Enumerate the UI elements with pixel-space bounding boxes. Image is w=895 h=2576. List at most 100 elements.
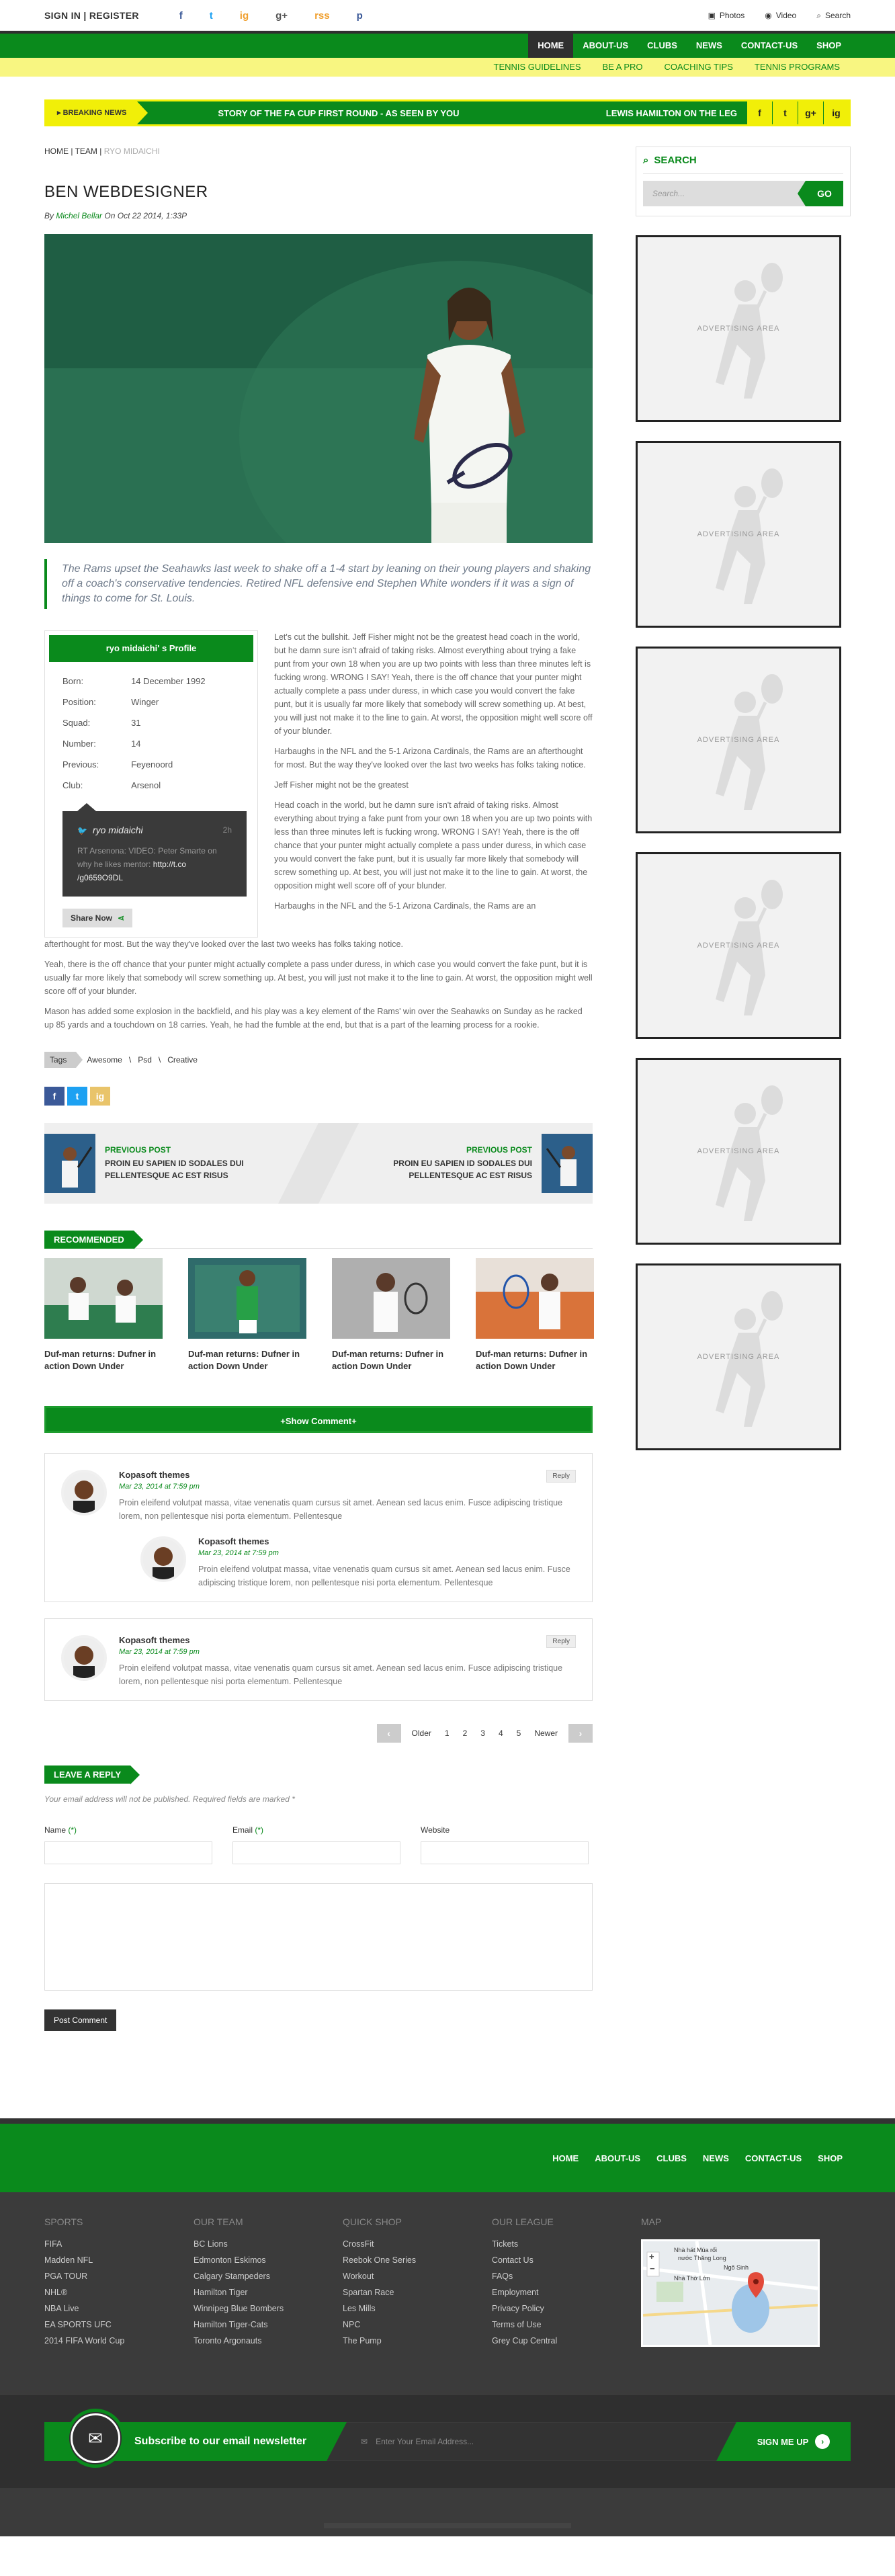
footer-link[interactable]: Edmonton Eskimos bbox=[194, 2255, 343, 2265]
facebook-icon[interactable]: f bbox=[747, 101, 772, 124]
nav-about[interactable]: ABOUT-US bbox=[573, 34, 638, 58]
next-post-link[interactable]: PREVIOUS POST PROIN EU SAPIEN ID SODALES… bbox=[318, 1134, 593, 1193]
recommended-item[interactable]: Duf-man returns: Dufner in action Down U… bbox=[44, 1258, 163, 1372]
footer-link[interactable]: Employment bbox=[492, 2288, 641, 2297]
footer-link[interactable]: FAQs bbox=[492, 2272, 641, 2281]
comment-textarea[interactable] bbox=[44, 1883, 593, 1991]
subnav-be-a-pro[interactable]: BE A PRO bbox=[592, 58, 654, 77]
nav-shop[interactable]: SHOP bbox=[807, 34, 851, 58]
share-now-button[interactable]: Share Now ⋖ bbox=[62, 909, 133, 927]
footer-link[interactable]: Contact Us bbox=[492, 2255, 641, 2265]
sign-me-up-button[interactable]: SIGN ME UP › bbox=[716, 2422, 851, 2461]
ad-banner[interactable]: ADVERTISING AREA bbox=[636, 1058, 841, 1245]
footer-link[interactable]: Grey Cup Central bbox=[492, 2336, 641, 2345]
pager-older[interactable]: Older bbox=[401, 1729, 438, 1738]
pinterest-icon[interactable]: p bbox=[357, 10, 363, 22]
footer-link[interactable]: NPC bbox=[343, 2320, 492, 2329]
footer-link[interactable]: Winnipeg Blue Bombers bbox=[194, 2304, 343, 2313]
footer-link[interactable]: Terms of Use bbox=[492, 2320, 641, 2329]
subnav-coaching-tips[interactable]: COACHING TIPS bbox=[654, 58, 744, 77]
search-link[interactable]: ⌕ Search bbox=[816, 11, 851, 21]
tag-link[interactable]: Awesome bbox=[87, 1055, 122, 1065]
footer-link[interactable]: Hamilton Tiger-Cats bbox=[194, 2320, 343, 2329]
search-input[interactable]: Search... bbox=[643, 181, 806, 206]
zoom-in-icon[interactable]: + bbox=[649, 2251, 654, 2261]
subnav-tennis-programs[interactable]: TENNIS PROGRAMS bbox=[744, 58, 851, 77]
footer-link[interactable]: BC Lions bbox=[194, 2239, 343, 2249]
footer-link[interactable]: Tickets bbox=[492, 2239, 641, 2249]
footer-link[interactable]: CrossFit bbox=[343, 2239, 492, 2249]
name-field[interactable] bbox=[44, 1841, 212, 1864]
pager-page[interactable]: 5 bbox=[510, 1729, 528, 1738]
googleplus-icon[interactable]: g+ bbox=[798, 101, 823, 124]
nav-clubs[interactable]: CLUBS bbox=[638, 34, 687, 58]
zoom-out-icon[interactable]: − bbox=[650, 2263, 655, 2274]
rss-icon[interactable]: rss bbox=[314, 10, 330, 22]
breaking-story-1[interactable]: STORY OF THE FA CUP FIRST ROUND - AS SEE… bbox=[218, 108, 459, 118]
footer-link[interactable]: Madden NFL bbox=[44, 2255, 194, 2265]
instagram-share-icon[interactable]: ig bbox=[90, 1087, 110, 1106]
tag-link[interactable]: Psd bbox=[138, 1055, 152, 1065]
ad-banner[interactable]: ADVERTISING AREA bbox=[636, 441, 841, 628]
search-go-button[interactable]: GO bbox=[798, 181, 843, 206]
author-link[interactable]: Michel Bellar bbox=[56, 211, 102, 220]
footer-link[interactable]: Privacy Policy bbox=[492, 2304, 641, 2313]
subnav-tennis-guidelines[interactable]: TENNIS GUIDELINES bbox=[483, 58, 592, 77]
ad-banner[interactable]: ADVERTISING AREA bbox=[636, 647, 841, 833]
footer-nav-about[interactable]: ABOUT-US bbox=[587, 2153, 648, 2163]
reply-button[interactable]: Reply bbox=[546, 1470, 576, 1483]
footer-nav-home[interactable]: HOME bbox=[544, 2153, 587, 2163]
nav-home[interactable]: HOME bbox=[528, 34, 574, 58]
footer-link[interactable]: Hamilton Tiger bbox=[194, 2288, 343, 2297]
footer-link[interactable]: 2014 FIFA World Cup bbox=[44, 2336, 194, 2345]
chevron-left-icon[interactable]: ‹ bbox=[376, 1724, 401, 1743]
footer-link[interactable]: Toronto Argonauts bbox=[194, 2336, 343, 2345]
footer-nav-news[interactable]: NEWS bbox=[695, 2153, 737, 2163]
photos-link[interactable]: ▣ Photos bbox=[708, 11, 745, 21]
footer-nav-shop[interactable]: SHOP bbox=[810, 2153, 851, 2163]
recommended-item[interactable]: Duf-man returns: Dufner in action Down U… bbox=[188, 1258, 306, 1372]
newsletter-email-input[interactable]: ✉ Enter Your Email Address... bbox=[327, 2422, 736, 2461]
googleplus-icon[interactable]: g+ bbox=[275, 10, 288, 22]
footer-link[interactable]: NBA Live bbox=[44, 2304, 194, 2313]
recommended-item[interactable]: Duf-man returns: Dufner in action Down U… bbox=[476, 1258, 594, 1372]
post-comment-button[interactable]: Post Comment bbox=[44, 2009, 117, 2031]
footer-link[interactable]: Reebok One Series bbox=[343, 2255, 492, 2265]
signin-register-link[interactable]: SIGN IN | REGISTER bbox=[44, 10, 139, 21]
footer-link[interactable]: The Pump bbox=[343, 2336, 492, 2345]
comment-author[interactable]: Kopasoft themes bbox=[198, 1536, 576, 1546]
tag-link[interactable]: Creative bbox=[167, 1055, 198, 1065]
footer-link[interactable]: PGA TOUR bbox=[44, 2272, 194, 2281]
instagram-icon[interactable]: ig bbox=[823, 101, 849, 124]
show-comment-button[interactable]: +Show Comment+ bbox=[44, 1406, 593, 1433]
facebook-icon[interactable]: f bbox=[179, 10, 183, 22]
facebook-share-icon[interactable]: f bbox=[44, 1087, 65, 1106]
video-link[interactable]: ◉ Video bbox=[765, 11, 796, 21]
breadcrumb-home[interactable]: HOME bbox=[44, 147, 69, 156]
recommended-item[interactable]: Duf-man returns: Dufner in action Down U… bbox=[332, 1258, 450, 1372]
ad-banner[interactable]: ADVERTISING AREA bbox=[636, 1263, 841, 1450]
pager-page[interactable]: 1 bbox=[438, 1729, 456, 1738]
previous-post-link[interactable]: PREVIOUS POST PROIN EU SAPIEN ID SODALES… bbox=[44, 1134, 318, 1193]
instagram-icon[interactable]: ig bbox=[240, 10, 249, 22]
comment-author[interactable]: Kopasoft themes bbox=[119, 1470, 576, 1480]
pager-page[interactable]: 2 bbox=[456, 1729, 474, 1738]
nav-news[interactable]: NEWS bbox=[687, 34, 732, 58]
twitter-icon[interactable]: t bbox=[210, 10, 213, 22]
chevron-right-icon[interactable]: › bbox=[568, 1724, 593, 1743]
tweet-author[interactable]: ryo midaichi bbox=[93, 825, 143, 835]
footer-link[interactable]: Workout bbox=[343, 2272, 492, 2281]
breaking-story-2[interactable]: LEWIS HAMILTON ON THE LEG bbox=[606, 108, 737, 118]
footer-nav-clubs[interactable]: CLUBS bbox=[648, 2153, 695, 2163]
footer-link[interactable]: Les Mills bbox=[343, 2304, 492, 2313]
next-post-title[interactable]: PROIN EU SAPIEN ID SODALES DUI PELLENTES… bbox=[351, 1157, 532, 1181]
twitter-share-icon[interactable]: t bbox=[67, 1087, 87, 1106]
ad-banner[interactable]: ADVERTISING AREA bbox=[636, 852, 841, 1039]
website-field[interactable] bbox=[421, 1841, 589, 1864]
pager-page[interactable]: 3 bbox=[474, 1729, 492, 1738]
email-field[interactable] bbox=[232, 1841, 400, 1864]
footer-link[interactable]: Calgary Stampeders bbox=[194, 2272, 343, 2281]
comment-author[interactable]: Kopasoft themes bbox=[119, 1635, 576, 1645]
nav-contact[interactable]: CONTACT-US bbox=[732, 34, 807, 58]
ad-banner[interactable]: ADVERTISING AREA bbox=[636, 235, 841, 422]
